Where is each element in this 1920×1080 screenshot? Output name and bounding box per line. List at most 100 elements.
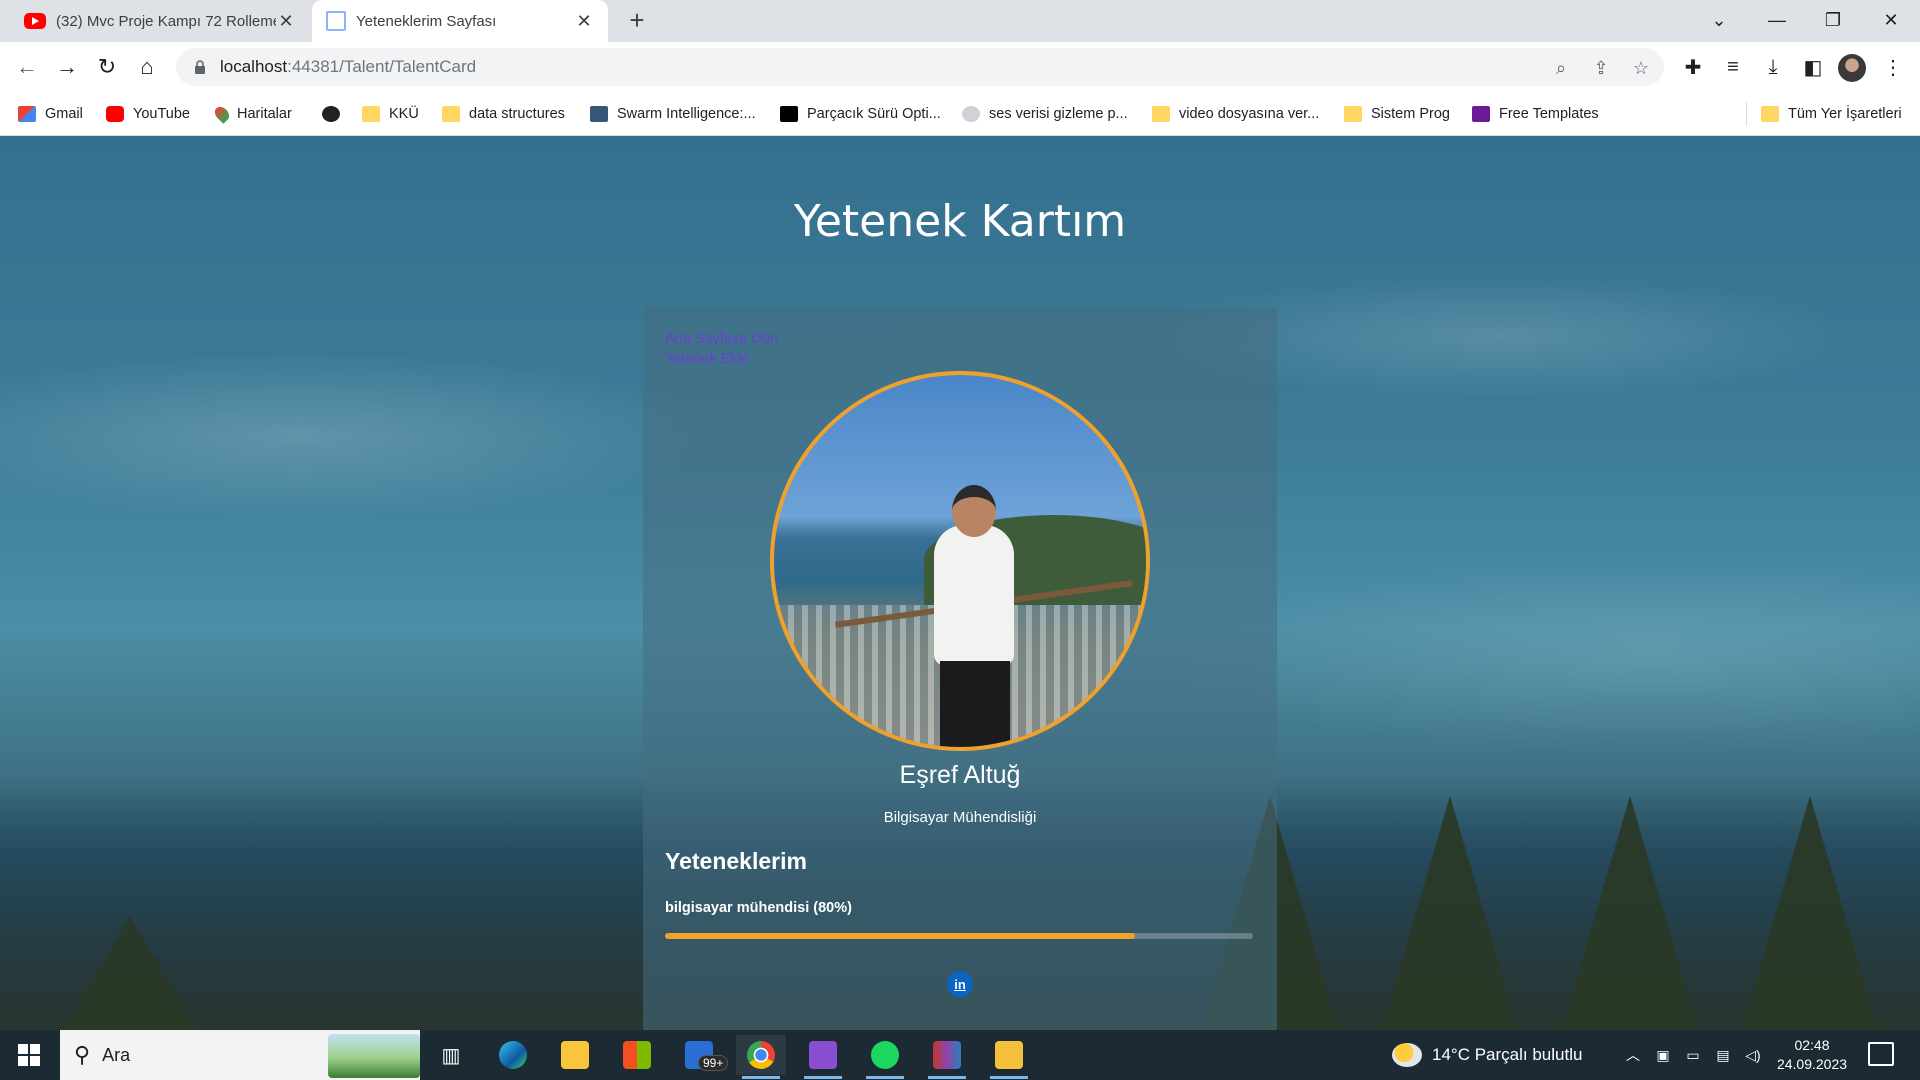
folder-icon [1344,106,1362,122]
browser-toolbar: ← → ↻ ⌂ localhost:44381/Talent/TalentCar… [0,42,1920,92]
bookmark-youtube[interactable]: YouTube [106,102,190,126]
folder-icon [561,1041,589,1069]
youtube-icon [106,106,124,122]
winrar-button[interactable] [922,1035,972,1079]
colorlib-icon [1472,106,1490,122]
tree-silhouette [1740,796,1880,1030]
network-icon[interactable]: ▤ [1712,1044,1734,1066]
tab-youtube[interactable]: (32) Mvc Proje Kampı 72 Rolleme ✕ [10,0,310,42]
bookmark-particle-swarm[interactable]: Parçacık Sürü Opti... [780,102,941,126]
task-view-icon: ▥ [441,1044,461,1067]
bookmark-swarm[interactable]: Swarm Intelligence:... [590,102,756,126]
media-queue-icon[interactable]: ≡ [1720,54,1746,80]
weather-text: 14°C Parçalı bulutlu [1432,1045,1583,1064]
tree-silhouette [60,916,200,1030]
folder-icon [442,106,460,122]
gmail-icon [18,106,36,122]
skill-progress-bar [665,933,1253,939]
tab-title: Yeteneklerim Sayfası [356,12,497,30]
windows-icon [18,1044,40,1066]
skill-label: bilgisayar mühendisi (80%) [665,900,852,916]
lock-icon[interactable] [190,60,210,74]
menu-icon[interactable]: ⋮ [1880,54,1906,80]
bookmark-globe[interactable] [322,102,349,126]
partly-cloudy-icon [1392,1043,1422,1067]
search-placeholder: Ara [102,1044,131,1065]
bookmark-gmail[interactable]: Gmail [18,102,83,126]
clock[interactable]: 02:48 24.09.2023 [1772,1036,1852,1074]
person-name: Eşref Altuğ [899,761,1021,789]
chrome-button[interactable] [736,1035,786,1079]
tree-silhouette [1560,796,1700,1030]
extensions-icon[interactable]: ✚ [1680,54,1706,80]
volume-icon[interactable]: ◁) [1742,1044,1764,1066]
forward-button[interactable]: → [50,50,84,84]
chrome-icon [747,1041,775,1069]
minimize-button[interactable]: — [1750,0,1804,40]
store-button[interactable] [612,1035,662,1075]
close-tab-icon[interactable]: ✕ [276,11,296,31]
maps-icon [212,104,232,124]
skills-heading: Yeteneklerim [665,848,807,874]
all-bookmarks[interactable]: Tüm Yer İşaretleri [1746,102,1902,126]
address-bar[interactable]: localhost:44381/Talent/TalentCard ⌕ ⇪ ☆ [176,48,1664,86]
mail-button[interactable]: 99+ [674,1035,729,1075]
taskbar: ⚲ Ara ▥ 99+ 14°C Parçalı bulutlu ︿ ▣ ▭ ▤… [0,1030,1920,1080]
date: 24.09.2023 [1776,1056,1848,1072]
add-talent-link[interactable]: Yetenek Ekle [665,351,749,367]
store-icon [623,1041,651,1069]
file-explorer-button[interactable] [550,1035,600,1075]
folder-icon [1761,106,1779,122]
new-tab-button[interactable]: + [622,6,652,36]
url-text[interactable]: localhost:44381/Talent/TalentCard [220,57,476,77]
tab-search-icon[interactable]: ⌄ [1692,0,1746,40]
tab-strip: (32) Mvc Proje Kampı 72 Rolleme ✕ Yetene… [0,0,1920,42]
folder-icon [1152,106,1170,122]
back-button[interactable]: ← [10,50,44,84]
weather-widget[interactable]: 14°C Parçalı bulutlu [1392,1030,1582,1080]
spotify-button[interactable] [860,1035,910,1079]
winrar-icon [933,1041,961,1069]
home-link[interactable]: Ana Sayfaya Dön [665,331,778,347]
notification-icon[interactable] [1868,1042,1894,1066]
linkedin-icon[interactable]: in [947,971,973,997]
bookmark-video-file[interactable]: video dosyasına ver... [1152,102,1319,126]
bookmark-maps[interactable]: Haritalar [212,102,292,126]
close-window-button[interactable]: ✕ [1864,0,1918,40]
start-button[interactable] [0,1030,58,1080]
download-icon[interactable]: ⤓ [1760,54,1786,80]
bookmark-kku[interactable]: KKÜ [362,102,419,126]
edge-button[interactable] [488,1035,538,1075]
tool-button[interactable] [984,1035,1034,1079]
profile-photo [770,371,1150,751]
zoom-icon[interactable]: ⌕ [1550,57,1572,79]
taskbar-search[interactable]: ⚲ Ara [60,1030,420,1080]
battery-icon[interactable]: ▭ [1682,1044,1704,1066]
medium-icon [780,106,798,122]
chevron-up-icon[interactable]: ︿ [1622,1044,1644,1066]
tab-talents[interactable]: Yeteneklerim Sayfası ✕ [312,0,608,42]
home-button[interactable]: ⌂ [130,50,164,84]
share-icon[interactable]: ⇪ [1590,57,1612,79]
talent-card: Ana Sayfaya Dön Yetenek Ekle Eşref Altuğ… [643,307,1277,1030]
reload-button[interactable]: ↻ [90,50,124,84]
meet-icon[interactable]: ▣ [1652,1044,1674,1066]
edge-icon [499,1041,527,1069]
visual-studio-button[interactable] [798,1035,848,1079]
close-tab-icon[interactable]: ✕ [574,11,594,31]
skill-progress-fill [665,933,1136,939]
restore-button[interactable]: ❐ [1806,0,1860,40]
bookmarks-bar: Gmail YouTube Haritalar KKÜ data structu… [0,92,1920,136]
bookmark-star-icon[interactable]: ☆ [1630,57,1652,79]
bookmark-audio-hiding[interactable]: ses verisi gizleme p... [962,102,1128,126]
department: Bilgisayar Mühendisliği [883,809,1037,826]
tree-silhouette [1380,796,1520,1030]
profile-avatar[interactable] [1838,54,1866,82]
bookmark-data-structures[interactable]: data structures [442,102,565,126]
page-background: Yetenek Kartım Ana Sayfaya Dön Yetenek E… [0,136,1920,1030]
bookmark-system-prog[interactable]: Sistem Prog [1344,102,1450,126]
mail-badge: 99+ [698,1055,729,1071]
side-panel-icon[interactable]: ◧ [1800,54,1826,80]
bookmark-free-templates[interactable]: Free Templates [1472,102,1599,126]
task-view-button[interactable]: ▥ [426,1035,476,1075]
